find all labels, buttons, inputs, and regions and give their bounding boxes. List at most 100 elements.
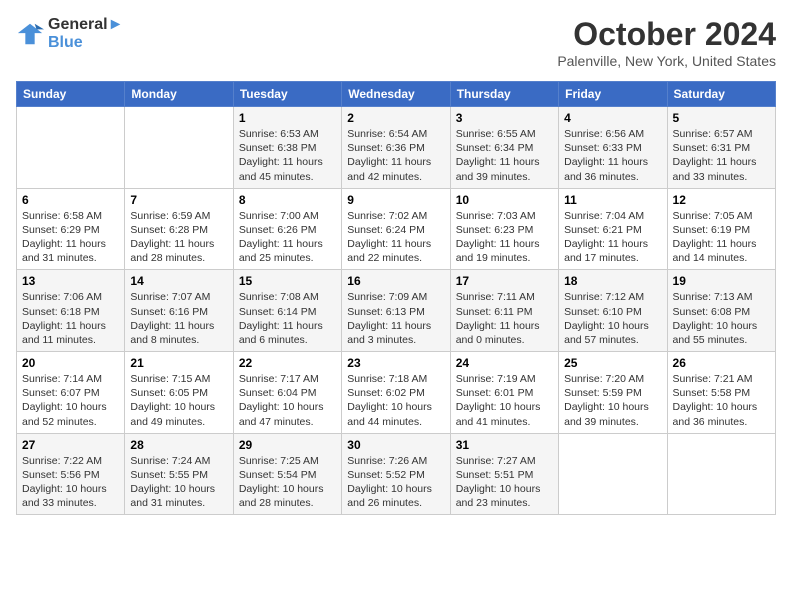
day-number: 24	[456, 356, 553, 370]
day-info: Sunrise: 7:22 AMSunset: 5:56 PMDaylight:…	[22, 454, 119, 511]
calendar-cell: 23 Sunrise: 7:18 AMSunset: 6:02 PMDayligh…	[342, 352, 450, 434]
day-number: 31	[456, 438, 553, 452]
day-header-friday: Friday	[559, 82, 667, 107]
day-number: 3	[456, 111, 553, 125]
day-header-wednesday: Wednesday	[342, 82, 450, 107]
day-number: 22	[239, 356, 336, 370]
day-info: Sunrise: 7:07 AMSunset: 6:16 PMDaylight:…	[130, 290, 227, 347]
day-info: Sunrise: 6:54 AMSunset: 6:36 PMDaylight:…	[347, 127, 444, 184]
page-header: General► Blue October 2024 Palenville, N…	[16, 16, 776, 69]
logo-icon	[16, 20, 44, 48]
calendar-cell: 5Sunrise: 6:57 AMSunset: 6:31 PMDaylight…	[667, 107, 775, 189]
calendar-cell: 22 Sunrise: 7:17 AMSunset: 6:04 PMDayligh…	[233, 352, 341, 434]
calendar-cell: 12 Sunrise: 7:05 AMSunset: 6:19 PMDayligh…	[667, 188, 775, 270]
calendar-cell: 31 Sunrise: 7:27 AMSunset: 5:51 PMDayligh…	[450, 433, 558, 515]
calendar-cell: 19Sunrise: 7:13 AMSunset: 6:08 PMDayligh…	[667, 270, 775, 352]
day-info: Sunrise: 7:15 AMSunset: 6:05 PMDaylight:…	[130, 372, 227, 429]
day-number: 26	[673, 356, 770, 370]
month-title: October 2024	[557, 16, 776, 53]
calendar-cell: 18Sunrise: 7:12 AMSunset: 6:10 PMDayligh…	[559, 270, 667, 352]
title-block: October 2024 Palenville, New York, Unite…	[557, 16, 776, 69]
day-number: 13	[22, 274, 119, 288]
day-info: Sunrise: 7:13 AMSunset: 6:08 PMDaylight:…	[673, 290, 770, 347]
day-number: 2	[347, 111, 444, 125]
day-number: 28	[130, 438, 227, 452]
day-info: Sunrise: 7:14 AMSunset: 6:07 PMDaylight:…	[22, 372, 119, 429]
calendar-cell: 27 Sunrise: 7:22 AMSunset: 5:56 PMDayligh…	[17, 433, 125, 515]
calendar-cell: 4Sunrise: 6:56 AMSunset: 6:33 PMDaylight…	[559, 107, 667, 189]
day-number: 11	[564, 193, 661, 207]
day-info: Sunrise: 7:00 AMSunset: 6:26 PMDaylight:…	[239, 209, 336, 266]
day-number: 14	[130, 274, 227, 288]
day-number: 27	[22, 438, 119, 452]
calendar-cell: 3 Sunrise: 6:55 AMSunset: 6:34 PMDaylight…	[450, 107, 558, 189]
calendar-cell: 26 Sunrise: 7:21 AMSunset: 5:58 PMDayligh…	[667, 352, 775, 434]
calendar-cell: 16Sunrise: 7:09 AMSunset: 6:13 PMDayligh…	[342, 270, 450, 352]
day-header-monday: Monday	[125, 82, 233, 107]
day-info: Sunrise: 7:06 AMSunset: 6:18 PMDaylight:…	[22, 290, 119, 347]
logo-text: General► Blue	[48, 16, 123, 52]
calendar-cell: 7 Sunrise: 6:59 AMSunset: 6:28 PMDaylight…	[125, 188, 233, 270]
day-info: Sunrise: 7:11 AMSunset: 6:11 PMDaylight:…	[456, 290, 553, 347]
calendar-cell: 8Sunrise: 7:00 AMSunset: 6:26 PMDaylight…	[233, 188, 341, 270]
day-info: Sunrise: 7:21 AMSunset: 5:58 PMDaylight:…	[673, 372, 770, 429]
day-header-thursday: Thursday	[450, 82, 558, 107]
day-number: 7	[130, 193, 227, 207]
day-info: Sunrise: 7:17 AMSunset: 6:04 PMDaylight:…	[239, 372, 336, 429]
day-number: 16	[347, 274, 444, 288]
day-number: 21	[130, 356, 227, 370]
day-number: 30	[347, 438, 444, 452]
day-info: Sunrise: 7:02 AMSunset: 6:24 PMDaylight:…	[347, 209, 444, 266]
calendar-cell: 14 Sunrise: 7:07 AMSunset: 6:16 PMDayligh…	[125, 270, 233, 352]
calendar-cell: 6Sunrise: 6:58 AMSunset: 6:29 PMDaylight…	[17, 188, 125, 270]
day-info: Sunrise: 7:24 AMSunset: 5:55 PMDaylight:…	[130, 454, 227, 511]
calendar-cell	[17, 107, 125, 189]
day-number: 20	[22, 356, 119, 370]
calendar-cell: 2 Sunrise: 6:54 AMSunset: 6:36 PMDaylight…	[342, 107, 450, 189]
calendar-cell	[559, 433, 667, 515]
calendar-cell: 30Sunrise: 7:26 AMSunset: 5:52 PMDayligh…	[342, 433, 450, 515]
day-info: Sunrise: 6:55 AMSunset: 6:34 PMDaylight:…	[456, 127, 553, 184]
day-info: Sunrise: 7:08 AMSunset: 6:14 PMDaylight:…	[239, 290, 336, 347]
calendar-cell	[125, 107, 233, 189]
day-info: Sunrise: 6:56 AMSunset: 6:33 PMDaylight:…	[564, 127, 661, 184]
day-number: 23	[347, 356, 444, 370]
calendar-cell: 24 Sunrise: 7:19 AMSunset: 6:01 PMDayligh…	[450, 352, 558, 434]
calendar-cell: 17 Sunrise: 7:11 AMSunset: 6:11 PMDayligh…	[450, 270, 558, 352]
day-number: 12	[673, 193, 770, 207]
calendar-cell: 20 Sunrise: 7:14 AMSunset: 6:07 PMDayligh…	[17, 352, 125, 434]
day-info: Sunrise: 7:18 AMSunset: 6:02 PMDaylight:…	[347, 372, 444, 429]
day-info: Sunrise: 7:03 AMSunset: 6:23 PMDaylight:…	[456, 209, 553, 266]
calendar-week-2: 6Sunrise: 6:58 AMSunset: 6:29 PMDaylight…	[17, 188, 776, 270]
day-info: Sunrise: 7:27 AMSunset: 5:51 PMDaylight:…	[456, 454, 553, 511]
day-number: 10	[456, 193, 553, 207]
calendar-cell: 21 Sunrise: 7:15 AMSunset: 6:05 PMDayligh…	[125, 352, 233, 434]
day-number: 5	[673, 111, 770, 125]
day-info: Sunrise: 7:25 AMSunset: 5:54 PMDaylight:…	[239, 454, 336, 511]
day-info: Sunrise: 6:53 AMSunset: 6:38 PMDaylight:…	[239, 127, 336, 184]
calendar-cell: 9Sunrise: 7:02 AMSunset: 6:24 PMDaylight…	[342, 188, 450, 270]
calendar-week-1: 1 Sunrise: 6:53 AMSunset: 6:38 PMDaylight…	[17, 107, 776, 189]
calendar-cell: 10 Sunrise: 7:03 AMSunset: 6:23 PMDayligh…	[450, 188, 558, 270]
day-info: Sunrise: 6:58 AMSunset: 6:29 PMDaylight:…	[22, 209, 119, 266]
day-header-tuesday: Tuesday	[233, 82, 341, 107]
calendar-week-4: 20 Sunrise: 7:14 AMSunset: 6:07 PMDayligh…	[17, 352, 776, 434]
calendar-cell: 29 Sunrise: 7:25 AMSunset: 5:54 PMDayligh…	[233, 433, 341, 515]
day-number: 29	[239, 438, 336, 452]
day-info: Sunrise: 7:04 AMSunset: 6:21 PMDaylight:…	[564, 209, 661, 266]
calendar-table: SundayMondayTuesdayWednesdayThursdayFrid…	[16, 81, 776, 515]
day-info: Sunrise: 7:05 AMSunset: 6:19 PMDaylight:…	[673, 209, 770, 266]
day-info: Sunrise: 7:20 AMSunset: 5:59 PMDaylight:…	[564, 372, 661, 429]
day-info: Sunrise: 6:59 AMSunset: 6:28 PMDaylight:…	[130, 209, 227, 266]
day-info: Sunrise: 7:12 AMSunset: 6:10 PMDaylight:…	[564, 290, 661, 347]
calendar-cell: 15 Sunrise: 7:08 AMSunset: 6:14 PMDayligh…	[233, 270, 341, 352]
calendar-cell: 13 Sunrise: 7:06 AMSunset: 6:18 PMDayligh…	[17, 270, 125, 352]
calendar-header-row: SundayMondayTuesdayWednesdayThursdayFrid…	[17, 82, 776, 107]
day-header-sunday: Sunday	[17, 82, 125, 107]
day-number: 17	[456, 274, 553, 288]
day-info: Sunrise: 7:19 AMSunset: 6:01 PMDaylight:…	[456, 372, 553, 429]
calendar-cell	[667, 433, 775, 515]
day-number: 25	[564, 356, 661, 370]
day-number: 15	[239, 274, 336, 288]
day-number: 1	[239, 111, 336, 125]
